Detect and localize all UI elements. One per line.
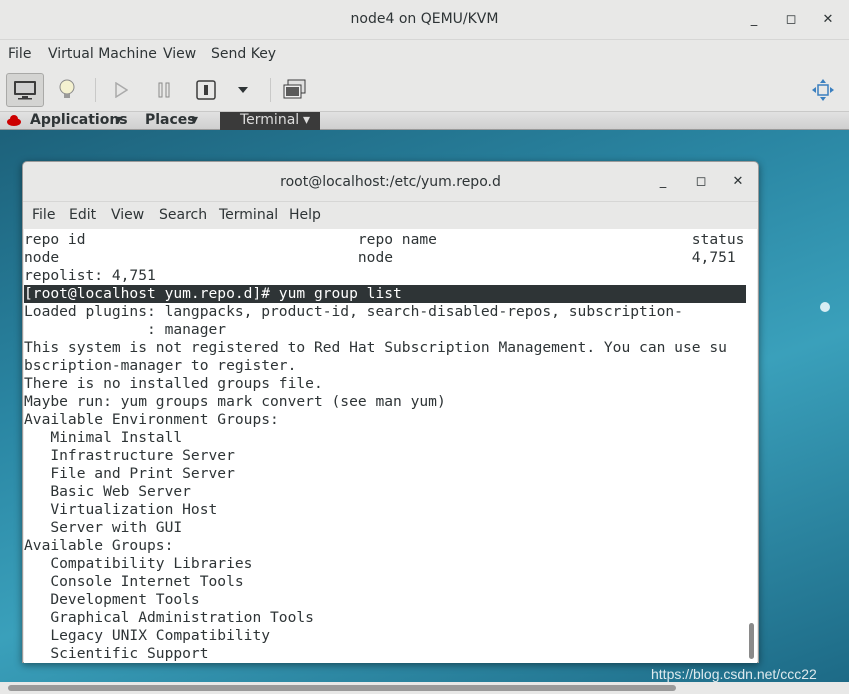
terminal-lines: repo id repo name status node node 4,751 r… (24, 231, 746, 663)
terminal-title: root@localhost:/etc/yum.repo.d (280, 174, 501, 190)
terminal-menu-search[interactable]: Search (159, 207, 207, 223)
terminal-line: Virtualization Host (24, 501, 218, 518)
terminal-line: Legacy UNIX Compatibility (24, 627, 271, 644)
terminal-line: [root@localhost yum.repo.d]# yum group l… (24, 285, 746, 303)
terminal-line: Available Environment Groups: (24, 411, 279, 428)
terminal-line: There is no installed groups file. (24, 375, 323, 392)
terminal-menu-help[interactable]: Help (289, 207, 321, 223)
terminal-line: Scientific Support (24, 645, 209, 662)
terminal-line: Server with GUI (24, 519, 183, 536)
run-button[interactable] (102, 73, 140, 107)
terminal-task-label: Terminal (240, 112, 300, 128)
play-icon (115, 82, 128, 98)
terminal-line: Minimal Install (24, 429, 183, 446)
terminal-window[interactable]: root@localhost:/etc/yum.repo.d _ ◻ ✕ Fil… (22, 161, 759, 663)
menubar: File Virtual Machine View Send Key (0, 40, 849, 68)
terminal-line: Graphical Administration Tools (24, 609, 314, 626)
terminal-menu-file[interactable]: File (32, 207, 55, 223)
terminal-menu-terminal[interactable]: Terminal (219, 207, 278, 223)
guest-display[interactable]: Applications ▾ Places ▾ Terminal ▾ root@… (0, 112, 849, 682)
applications-arrow-icon: ▾ (115, 112, 123, 128)
watermark: https://blog.csdn.net/ccc22 (651, 666, 817, 682)
terminal-line: repolist: 4,751 (24, 267, 156, 284)
window-title: node4 on QEMU/KVM (350, 11, 499, 27)
menu-virtual-machine[interactable]: Virtual Machine (48, 46, 157, 62)
terminal-line: Basic Web Server (24, 483, 191, 500)
snapshots-button[interactable] (276, 73, 314, 107)
menu-send-key[interactable]: Send Key (211, 46, 276, 62)
fullscreen-icon (812, 79, 834, 101)
terminal-menu-view[interactable]: View (111, 207, 144, 223)
snapshot-icon (283, 79, 306, 99)
terminal-line: Available Groups: (24, 537, 174, 554)
shutdown-button[interactable] (187, 73, 225, 107)
terminal-line: File and Print Server (24, 465, 235, 482)
fullscreen-button[interactable] (804, 73, 842, 107)
menu-view[interactable]: View (163, 46, 196, 62)
terminal-maximize-button[interactable]: ◻ (691, 172, 711, 192)
redhat-icon (7, 115, 21, 126)
toolbar-separator (270, 78, 271, 102)
terminal-scrollbar[interactable] (746, 229, 756, 663)
gnome-top-panel: Applications ▾ Places ▾ Terminal ▾ (0, 112, 849, 130)
terminal-close-button[interactable]: ✕ (728, 172, 748, 192)
terminal-line: Development Tools (24, 591, 200, 608)
close-button[interactable]: ✕ (818, 10, 838, 30)
terminal-line: Infrastructure Server (24, 447, 235, 464)
desktop-highlight (820, 302, 830, 312)
terminal-titlebar: root@localhost:/etc/yum.repo.d _ ◻ ✕ (23, 162, 758, 202)
terminal-line: repo id repo name status (24, 231, 745, 248)
toolbar-separator (95, 78, 96, 102)
places-arrow-icon: ▾ (191, 112, 199, 128)
shutdown-menu-button[interactable] (224, 73, 262, 107)
terminal-line: Maybe run: yum groups mark convert (see … (24, 393, 446, 410)
window-titlebar: node4 on QEMU/KVM _ ◻ ✕ (0, 0, 849, 40)
terminal-menu-edit[interactable]: Edit (69, 207, 96, 223)
terminal-line: Compatibility Libraries (24, 555, 253, 572)
terminal-line: This system is not registered to Red Hat… (24, 339, 727, 356)
terminal-output[interactable]: repo id repo name status node node 4,751 r… (24, 229, 757, 663)
minimize-button[interactable]: _ (744, 10, 764, 30)
pause-button[interactable] (145, 73, 183, 107)
terminal-line: Loaded plugins: langpacks, product-id, s… (24, 303, 683, 320)
monitor-icon (14, 81, 36, 100)
terminal-line: Console Internet Tools (24, 573, 244, 590)
dropdown-icon (238, 87, 248, 93)
horizontal-scrollbar-thumb[interactable] (8, 685, 676, 691)
lightbulb-icon (59, 79, 75, 98)
terminal-line: node node 4,751 (24, 249, 736, 266)
terminal-minimize-button[interactable]: _ (653, 172, 673, 192)
console-view-button[interactable] (6, 73, 44, 107)
terminal-line: : manager (24, 321, 227, 338)
terminal-menubar: File Edit View Search Terminal Help (23, 202, 758, 228)
maximize-button[interactable]: ◻ (781, 10, 801, 30)
terminal-task-arrow-icon: ▾ (303, 112, 311, 128)
power-icon (196, 80, 216, 100)
details-button[interactable] (48, 73, 86, 107)
terminal-scrollbar-thumb[interactable] (749, 623, 754, 659)
pause-icon (158, 82, 170, 98)
horizontal-scrollbar[interactable] (0, 682, 849, 694)
places-menu[interactable]: Places (145, 112, 196, 128)
terminal-line: bscription-manager to register. (24, 357, 297, 374)
applications-menu[interactable]: Applications (30, 112, 128, 128)
menu-file[interactable]: File (8, 46, 31, 62)
toolbar (0, 68, 849, 112)
